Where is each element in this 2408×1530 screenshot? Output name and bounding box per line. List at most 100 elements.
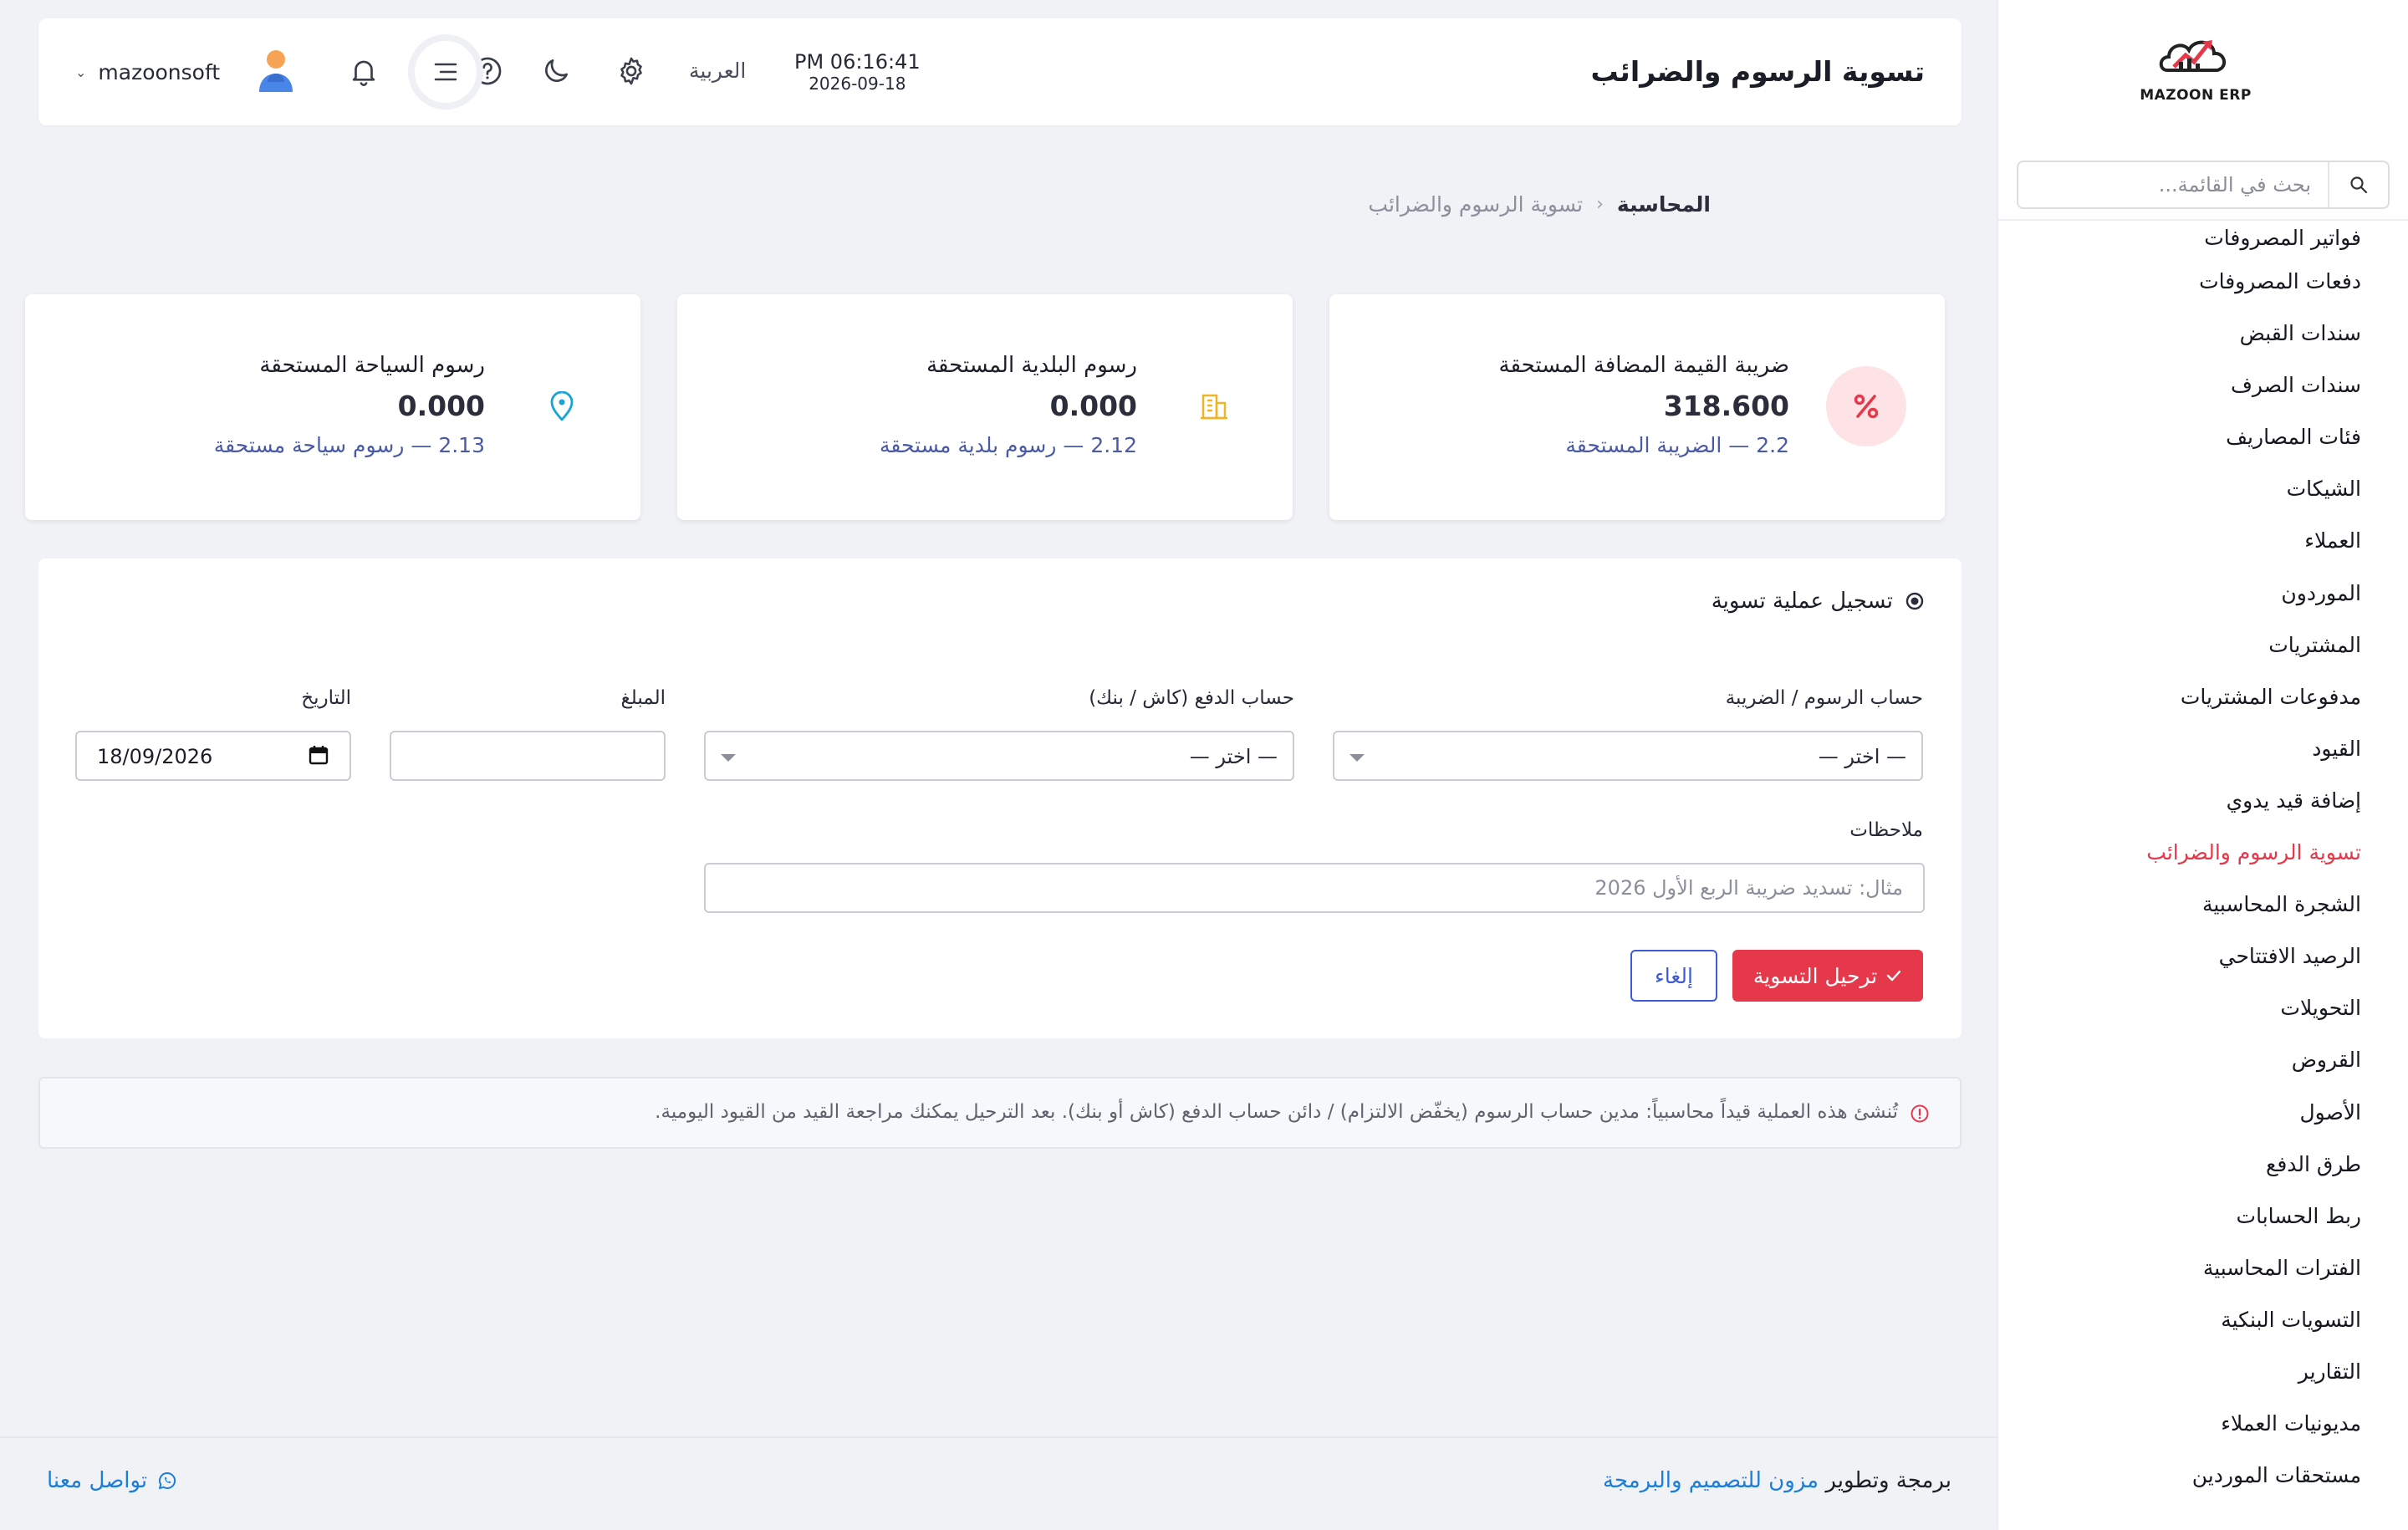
sidebar-toggle-button[interactable] [408, 34, 483, 110]
stat-title: ضريبة القيمة المضافة المستحقة [1498, 353, 1789, 378]
user-menu[interactable]: ⌄ mazoonsoft [75, 48, 297, 95]
amount-label: المبلغ [620, 687, 666, 709]
cancel-button[interactable]: إلغاء [1630, 950, 1717, 1002]
sidebar-item-expense-payments[interactable]: دفعات المصروفات [1998, 256, 2408, 308]
sidebar-item-customer-debts[interactable]: مديونيات العملاء [1998, 1398, 2408, 1450]
form-title: تسجيل عملية تسوية [1712, 589, 1925, 614]
sidebar-item-reports[interactable]: التقارير [1998, 1346, 2408, 1398]
sidebar-item-cheques[interactable]: الشيكات [1998, 463, 2408, 515]
breadcrumb-root[interactable]: المحاسبة [1617, 192, 1711, 217]
sidebar-item-expense-categories[interactable]: فئات المصاريف [1998, 411, 2408, 463]
payment-account-select[interactable]: — اختر — [704, 731, 1294, 781]
footer-credit-prefix: برمجة وتطوير [1825, 1468, 1951, 1493]
sidebar-item-receipt-vouchers[interactable]: سندات القبض [1998, 308, 2408, 360]
page-title: تسوية الرسوم والضرائب [1590, 55, 1926, 88]
notes-label: ملاحظات [1849, 819, 1923, 841]
breadcrumb: المحاسبة ‹ تسوية الرسوم والضرائب [1368, 192, 1711, 217]
sidebar-item-account-mapping[interactable]: ربط الحسابات [1998, 1191, 2408, 1242]
info-icon [1910, 1104, 1930, 1127]
stat-title: رسوم السياحة المستحقة [259, 353, 485, 378]
map-pin-icon [522, 366, 602, 446]
sidebar-item-suppliers[interactable]: الموردون [1998, 568, 2408, 620]
sidebar-menu: فواتير المصروفات دفعات المصروفات سندات ا… [1998, 221, 2408, 1508]
footer-divider [0, 1436, 1998, 1438]
sidebar-item-journal-entries[interactable]: القيود [1998, 723, 2408, 775]
building-icon [1174, 366, 1254, 446]
fee-account-label: حساب الرسوم / الضريبة [1725, 687, 1923, 709]
sidebar-search[interactable] [2017, 161, 2390, 209]
top-header: تسوية الرسوم والضرائب PM 06:16:41 2026-0… [38, 18, 1962, 125]
sidebar-item-bank-reconciliations[interactable]: التسويات البنكية [1998, 1294, 2408, 1346]
payment-account-value: — اختر — [1189, 745, 1278, 768]
notifications-icon[interactable] [344, 52, 383, 90]
info-note: تُنشئ هذه العملية قيداً محاسبياً: مدين ح… [38, 1077, 1962, 1149]
sidebar-item-customers[interactable]: العملاء [1998, 515, 2408, 567]
notes-input[interactable]: مثال: تسديد ضريبة الربع الأول 2026 [704, 863, 1925, 913]
dropdown-caret-icon [721, 754, 736, 762]
menu-icon [434, 63, 457, 81]
sidebar-item-purchase-payments[interactable]: مدفوعات المشتريات [1998, 671, 2408, 723]
stat-value: 0.000 [1049, 390, 1137, 422]
date-input[interactable]: 18/09/2026 [75, 731, 351, 781]
clock: PM 06:16:41 2026-09-18 [794, 50, 921, 94]
sidebar-item-chart-of-accounts[interactable]: الشجرة المحاسبية [1998, 879, 2408, 931]
sidebar: MAZOON ERP فواتير المصروفات دفعات المصرو… [1998, 0, 2408, 1530]
stat-account-link[interactable]: 2.12 — رسوم بلدية مستحقة [880, 433, 1137, 457]
check-icon [1886, 970, 1901, 982]
sidebar-item-accounting-periods[interactable]: الفترات المحاسبية [1998, 1242, 2408, 1294]
username: mazoonsoft [98, 59, 221, 84]
form-title-text: تسجيل عملية تسوية [1711, 589, 1893, 614]
sidebar-item-payment-vouchers[interactable]: سندات الصرف [1998, 360, 2408, 411]
dropdown-caret-icon [1349, 754, 1365, 762]
app-logo[interactable]: MAZOON ERP [2137, 33, 2254, 117]
stat-card-municipality: رسوم البلدية المستحقة 0.000 2.12 — رسوم … [677, 294, 1293, 520]
date-label: التاريخ [301, 687, 351, 709]
sidebar-item-transfers[interactable]: التحويلات [1998, 982, 2408, 1034]
calendar-icon[interactable] [308, 744, 329, 771]
record-icon [1905, 592, 1924, 610]
stat-value: 318.600 [1663, 390, 1789, 422]
logo-icon [2159, 40, 2227, 72]
clock-date: 2026-09-18 [809, 74, 906, 94]
footer-credit-link[interactable]: مزون للتصميم والبرمجة [1603, 1468, 1819, 1493]
stat-account-link[interactable]: 2.13 — رسوم سياحة مستحقة [214, 433, 485, 457]
payment-account-label: حساب الدفع (كاش / بنك) [1089, 687, 1294, 709]
language-switcher[interactable]: العربية [689, 59, 746, 83]
sidebar-item-payment-methods[interactable]: طرق الدفع [1998, 1139, 2408, 1191]
breadcrumb-current: تسوية الرسوم والضرائب [1368, 192, 1584, 217]
stat-account-link[interactable]: 2.2 — الضريبة المستحقة [1565, 433, 1789, 457]
dark-mode-icon[interactable] [537, 52, 575, 90]
amount-input[interactable] [390, 731, 666, 781]
info-note-text: تُنشئ هذه العملية قيداً محاسبياً: مدين ح… [655, 1101, 1898, 1123]
post-settlement-button[interactable]: ترحيل التسوية [1732, 950, 1923, 1002]
sidebar-item-assets[interactable]: الأصول [1998, 1087, 2408, 1139]
avatar [255, 47, 297, 97]
contact-us-link[interactable]: تواصل معنا [47, 1468, 177, 1493]
stat-value: 0.000 [397, 390, 485, 422]
logo-text: MAZOON ERP [2140, 87, 2252, 104]
sidebar-item-supplier-dues[interactable]: مستحقات الموردين [1998, 1450, 2408, 1502]
contact-us-label: تواصل معنا [47, 1468, 148, 1493]
sidebar-item-add-manual-entry[interactable]: إضافة قيد يدوي [1998, 775, 2408, 827]
date-value: 18/09/2026 [97, 745, 213, 768]
settlement-form-panel: تسجيل عملية تسوية حساب الرسوم / الضريبة … [38, 558, 1962, 1038]
sidebar-item-opening-balance[interactable]: الرصيد الافتتاحي [1998, 931, 2408, 982]
notes-placeholder: مثال: تسديد ضريبة الربع الأول 2026 [1594, 876, 1903, 900]
fee-account-value: — اختر — [1818, 745, 1906, 768]
stat-card-tourism: رسوم السياحة المستحقة 0.000 2.13 — رسوم … [25, 294, 640, 520]
search-icon[interactable] [2328, 162, 2388, 207]
breadcrumb-separator: ‹ [1596, 194, 1604, 215]
fee-account-select[interactable]: — اختر — [1333, 731, 1923, 781]
settings-icon[interactable] [612, 52, 650, 90]
clock-time: PM 06:16:41 [794, 50, 921, 74]
sidebar-item-loans[interactable]: القروض [1998, 1034, 2408, 1086]
cancel-label: إلغاء [1655, 963, 1693, 988]
percent-icon [1826, 366, 1906, 446]
stat-title: رسوم البلدية المستحقة [926, 353, 1137, 378]
sidebar-search-input[interactable] [2018, 162, 2328, 207]
sidebar-item-expense-invoices[interactable]: فواتير المصروفات [1998, 221, 2408, 256]
sidebar-item-purchases[interactable]: المشتريات [1998, 620, 2408, 671]
post-settlement-label: ترحيل التسوية [1752, 963, 1878, 988]
footer-credit: برمجة وتطوير مزون للتصميم والبرمجة [1603, 1468, 1951, 1493]
sidebar-item-fees-taxes-settlement[interactable]: تسوية الرسوم والضرائب [1998, 827, 2408, 879]
